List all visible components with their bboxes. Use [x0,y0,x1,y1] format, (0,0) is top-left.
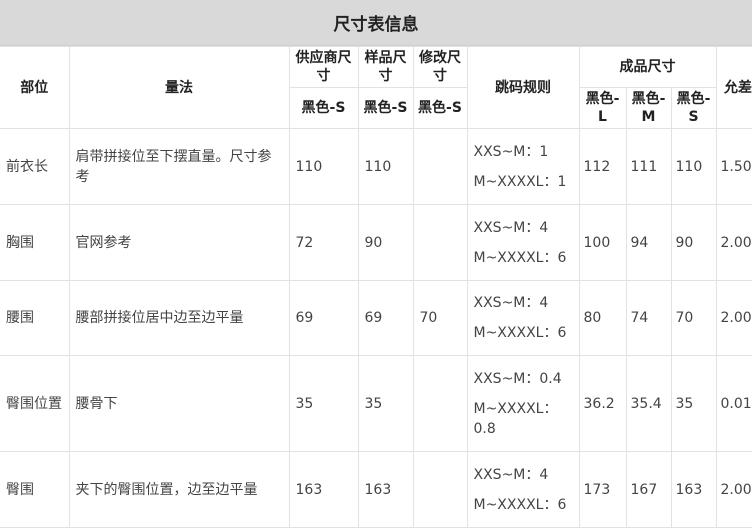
page-title: 尺寸表信息 [0,0,752,46]
header-modified-size: 修改尺寸 [412,46,468,88]
cell-grading-rule: XXS~M：0.4 M~XXXXL：0.8 [466,355,580,452]
cell-finished-s: 163 [670,451,717,528]
cell-sample: 69 [357,280,414,356]
header-grading-rule: 跳码规则 [466,46,580,129]
cell-finished-m: 74 [625,280,672,356]
cell-finished-l: 36.2 [578,355,627,452]
rule-small-range: XXS~M：4 [473,219,549,236]
cell-tolerance: 2.00 [715,204,752,281]
rule-large-range: M~XXXXL：1 [473,173,567,190]
cell-finished-l: 173 [578,451,627,528]
cell-finished-s: 35 [670,355,717,452]
cell-supplier: 163 [288,451,359,528]
rule-small-range: XXS~M：4 [473,466,549,483]
cell-supplier: 35 [288,355,359,452]
cell-tolerance: 1.50 [715,128,752,205]
rule-large-range: M~XXXXL：6 [473,249,567,266]
cell-sample: 110 [357,128,414,205]
cell-finished-m: 111 [625,128,672,205]
cell-finished-l: 112 [578,128,627,205]
header-finished-size: 成品尺寸 [578,46,717,88]
table-row: 腰围 腰部拼接位居中边至边平量 69 69 70 XXS~M：4 M~XXXXL… [0,280,752,356]
cell-part: 臀围 [0,451,70,528]
cell-supplier: 72 [288,204,359,281]
cell-modified [412,128,468,205]
header-supplier-size: 供应商尺寸 [288,46,359,88]
cell-finished-s: 70 [670,280,717,356]
subheader-supplier-color-size: 黑色-S [288,87,359,129]
cell-finished-s: 90 [670,204,717,281]
rule-large-range: M~XXXXL：0.8 [473,400,558,437]
cell-modified: 70 [412,280,468,356]
cell-part: 臀围位置 [0,355,70,452]
subheader-modified-color-size: 黑色-S [412,87,468,129]
cell-part: 胸围 [0,204,70,281]
table-row: 臀围 夹下的臀围位置，边至边平量 163 163 XXS~M：4 M~XXXXL… [0,451,752,528]
cell-sample: 35 [357,355,414,452]
rule-small-range: XXS~M：0.4 [473,370,562,387]
subheader-finished-l: 黑色-L [578,87,627,129]
header-part: 部位 [0,46,70,129]
cell-finished-m: 167 [625,451,672,528]
cell-grading-rule: XXS~M：1 M~XXXXL：1 [466,128,580,205]
cell-method: 腰部拼接位居中边至边平量 [68,280,290,356]
cell-method: 腰骨下 [68,355,290,452]
size-chart-table: 部位 量法 供应商尺寸 样品尺寸 修改尺寸 跳码规则 成品尺寸 允差 黑色-S … [0,46,752,528]
subheader-finished-s: 黑色-S [670,87,717,129]
cell-modified [412,451,468,528]
cell-sample: 90 [357,204,414,281]
rule-small-range: XXS~M：4 [473,295,549,311]
cell-part: 前衣长 [0,128,70,205]
cell-supplier: 110 [288,128,359,205]
header-method: 量法 [68,46,290,129]
cell-modified [412,204,468,281]
cell-grading-rule: XXS~M：4 M~XXXXL：6 [466,280,580,356]
header-sample-size: 样品尺寸 [357,46,414,88]
table-row: 前衣长 肩带拼接位至下摆直量。尺寸参考 110 110 XXS~M：1 M~XX… [0,128,752,205]
cell-grading-rule: XXS~M：4 M~XXXXL：6 [466,204,580,281]
cell-tolerance: 2.00 [715,451,752,528]
cell-part: 腰围 [0,280,70,356]
cell-grading-rule: XXS~M：4 M~XXXXL：6 [466,451,580,528]
cell-tolerance: 2.00 [715,280,752,356]
rule-large-range: M~XXXXL：6 [473,496,567,513]
table-row: 胸围 官网参考 72 90 XXS~M：4 M~XXXXL：6 100 94 9… [0,204,752,281]
cell-finished-m: 94 [625,204,672,281]
rule-small-range: XXS~M：1 [473,143,549,160]
cell-finished-l: 80 [578,280,627,356]
cell-method: 夹下的臀围位置，边至边平量 [68,451,290,528]
cell-method: 肩带拼接位至下摆直量。尺寸参考 [68,128,290,205]
subheader-sample-color-size: 黑色-S [357,87,414,129]
subheader-finished-m: 黑色-M [625,87,672,129]
table-row: 臀围位置 腰骨下 35 35 XXS~M：0.4 M~XXXXL：0.8 36.… [0,355,752,452]
cell-finished-s: 110 [670,128,717,205]
cell-method: 官网参考 [68,204,290,281]
rule-large-range: M~XXXXL：6 [473,325,567,341]
cell-finished-l: 100 [578,204,627,281]
cell-supplier: 69 [288,280,359,356]
cell-sample: 163 [357,451,414,528]
cell-modified [412,355,468,452]
header-tolerance: 允差 [715,46,752,129]
cell-finished-m: 35.4 [625,355,672,452]
cell-tolerance: 0.01 [715,355,752,452]
